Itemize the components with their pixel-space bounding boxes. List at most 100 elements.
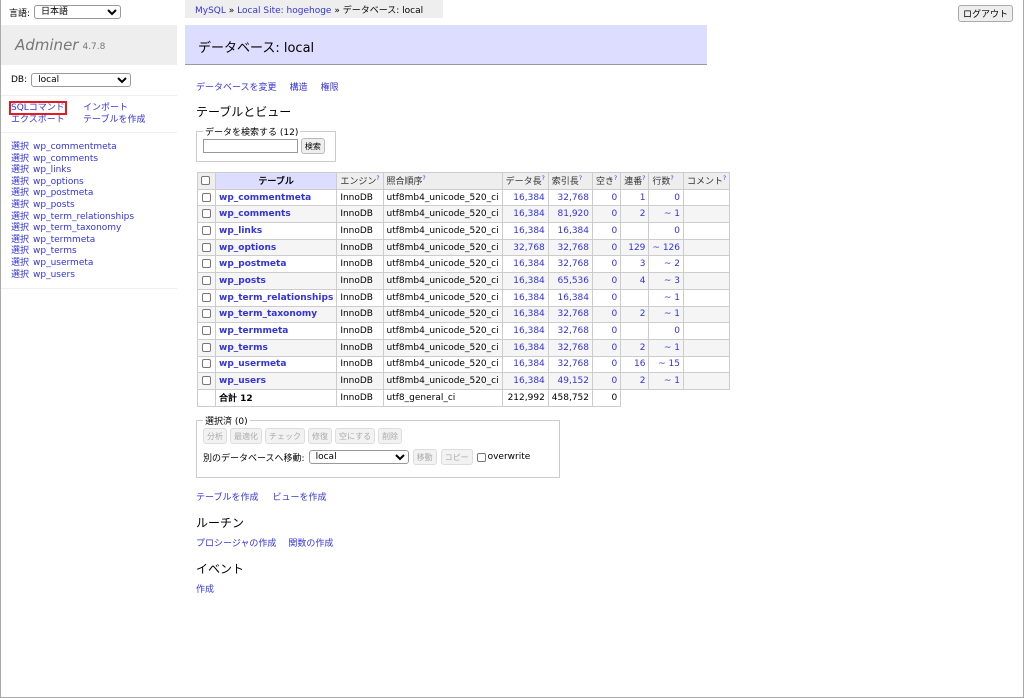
table-name-link[interactable]: wp_usermeta xyxy=(219,359,286,369)
privileges-link[interactable]: 権限 xyxy=(321,80,339,93)
alter-database-link[interactable]: データベースを変更 xyxy=(196,80,277,93)
index-length-link[interactable]: 32,768 xyxy=(558,343,590,353)
drop-button[interactable]: 削除 xyxy=(378,428,403,444)
rows-link[interactable]: ~ 1 xyxy=(664,309,680,319)
index-length-link[interactable]: 32,768 xyxy=(558,243,590,253)
auto-increment-link[interactable]: 16 xyxy=(634,359,645,369)
table-name-link[interactable]: wp_links xyxy=(219,226,262,236)
create-view-link[interactable]: ビューを作成 xyxy=(272,490,326,503)
export-link[interactable]: エクスポート xyxy=(11,114,83,126)
col-rows[interactable]: 行数? xyxy=(648,172,685,190)
data-length-link[interactable]: 16,384 xyxy=(513,276,545,286)
sidebar-table-link[interactable]: wp_usermeta xyxy=(33,258,93,268)
table-name-link[interactable]: wp_comments xyxy=(219,209,291,219)
sidebar-table-link[interactable]: wp_terms xyxy=(33,246,77,256)
rows-link[interactable]: 0 xyxy=(674,226,680,236)
row-checkbox[interactable] xyxy=(202,376,211,386)
sql-command-link[interactable]: SQLコマンド xyxy=(9,101,67,115)
select-table-link[interactable]: 選択 xyxy=(11,258,29,268)
auto-increment-link[interactable]: 2 xyxy=(640,343,646,353)
sidebar-table-link[interactable]: wp_comments xyxy=(33,154,98,164)
select-table-link[interactable]: 選択 xyxy=(11,188,29,198)
app-logo[interactable]: Adminer xyxy=(15,36,78,54)
select-table-link[interactable]: 選択 xyxy=(11,165,29,175)
sidebar-table-link[interactable]: wp_termmeta xyxy=(33,235,95,245)
index-length-link[interactable]: 16,384 xyxy=(558,226,590,236)
truncate-button[interactable]: 空にする xyxy=(335,428,376,444)
row-checkbox[interactable] xyxy=(202,342,211,352)
select-table-link[interactable]: 選択 xyxy=(11,246,29,256)
table-name-link[interactable]: wp_options xyxy=(219,243,276,253)
index-length-link[interactable]: 32,768 xyxy=(558,326,590,336)
auto-increment-link[interactable]: 4 xyxy=(640,276,646,286)
table-name-link[interactable]: wp_term_taxonomy xyxy=(219,309,317,319)
free-link[interactable]: 0 xyxy=(611,376,617,386)
row-checkbox[interactable] xyxy=(202,275,211,285)
auto-increment-link[interactable]: 2 xyxy=(640,376,646,386)
help-icon[interactable]: ? xyxy=(423,175,426,182)
db-select[interactable]: local xyxy=(31,73,132,87)
move-button[interactable]: 移動 xyxy=(412,449,437,465)
data-length-link[interactable]: 16,384 xyxy=(513,359,545,369)
rows-link[interactable]: 0 xyxy=(674,193,680,203)
sidebar-table-link[interactable]: wp_posts xyxy=(33,200,75,210)
col-collation[interactable]: 照合順序? xyxy=(382,172,503,190)
free-link[interactable]: 0 xyxy=(611,343,617,353)
create-table-link-main[interactable]: テーブルを作成 xyxy=(196,490,258,503)
rows-link[interactable]: ~ 2 xyxy=(664,259,680,269)
auto-increment-link[interactable]: 2 xyxy=(640,209,646,219)
create-function-link[interactable]: 関数の作成 xyxy=(288,536,333,549)
select-table-link[interactable]: 選択 xyxy=(11,212,29,222)
help-icon[interactable]: ? xyxy=(614,175,617,182)
col-comment[interactable]: コメント? xyxy=(683,172,731,190)
row-checkbox[interactable] xyxy=(202,259,211,269)
data-length-link[interactable]: 16,384 xyxy=(513,326,545,336)
help-icon[interactable]: ? xyxy=(542,175,545,182)
select-table-link[interactable]: 選択 xyxy=(11,200,29,210)
sidebar-table-link[interactable]: wp_options xyxy=(33,177,84,187)
data-length-link[interactable]: 16,384 xyxy=(513,293,545,303)
table-name-link[interactable]: wp_commentmeta xyxy=(219,193,311,203)
select-table-link[interactable]: 選択 xyxy=(11,270,29,280)
index-length-link[interactable]: 49,152 xyxy=(558,376,590,386)
table-name-link[interactable]: wp_terms xyxy=(219,343,268,353)
create-event-link[interactable]: 作成 xyxy=(196,585,214,595)
sidebar-table-link[interactable]: wp_commentmeta xyxy=(33,142,117,152)
rows-link[interactable]: ~ 15 xyxy=(658,359,680,369)
data-length-link[interactable]: 16,384 xyxy=(513,309,545,319)
data-length-link[interactable]: 16,384 xyxy=(513,226,545,236)
free-link[interactable]: 0 xyxy=(611,209,617,219)
free-link[interactable]: 0 xyxy=(611,359,617,369)
free-link[interactable]: 0 xyxy=(611,243,617,253)
row-checkbox[interactable] xyxy=(202,209,211,219)
logout-button[interactable]: ログアウト xyxy=(957,5,1013,22)
table-name-link[interactable]: wp_term_relationships xyxy=(219,293,333,303)
select-table-link[interactable]: 選択 xyxy=(11,154,29,164)
data-length-link[interactable]: 16,384 xyxy=(513,193,545,203)
index-length-link[interactable]: 32,768 xyxy=(558,193,590,203)
free-link[interactable]: 0 xyxy=(611,309,617,319)
search-button[interactable]: 検索 xyxy=(300,138,325,154)
help-icon[interactable]: ? xyxy=(723,175,726,182)
rows-link[interactable]: ~ 126 xyxy=(652,243,680,253)
sidebar-table-link[interactable]: wp_links xyxy=(33,165,71,175)
data-length-link[interactable]: 16,384 xyxy=(513,376,545,386)
auto-increment-link[interactable]: 3 xyxy=(640,259,646,269)
data-length-link[interactable]: 16,384 xyxy=(513,259,545,269)
free-link[interactable]: 0 xyxy=(611,276,617,286)
row-checkbox[interactable] xyxy=(202,242,211,252)
index-length-link[interactable]: 65,536 xyxy=(558,276,590,286)
rows-link[interactable]: ~ 1 xyxy=(664,209,680,219)
col-engine[interactable]: エンジン? xyxy=(336,172,384,190)
target-db-select[interactable]: local xyxy=(308,450,409,464)
breadcrumb-mysql[interactable]: MySQL xyxy=(195,6,226,16)
help-icon[interactable]: ? xyxy=(579,175,582,182)
index-length-link[interactable]: 32,768 xyxy=(558,309,590,319)
auto-increment-link[interactable]: 2 xyxy=(640,309,646,319)
analyze-button[interactable]: 分析 xyxy=(203,428,227,444)
rows-link[interactable]: ~ 1 xyxy=(664,293,680,303)
index-length-link[interactable]: 32,768 xyxy=(558,359,590,369)
sidebar-table-link[interactable]: wp_postmeta xyxy=(33,188,93,198)
data-length-link[interactable]: 16,384 xyxy=(513,343,545,353)
optimize-button[interactable]: 最適化 xyxy=(230,428,262,444)
